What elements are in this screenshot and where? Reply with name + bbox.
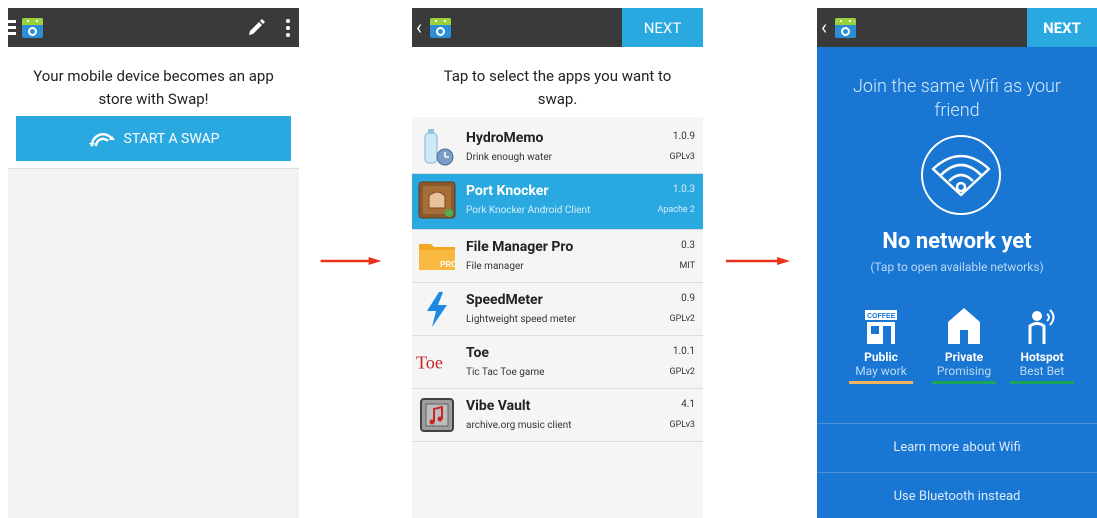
wifi-icon (931, 154, 991, 197)
option-subtitle: May work (855, 364, 907, 378)
app-row-speedmeter[interactable]: SpeedMeter Lightweight speed meter 0.9 G… (412, 283, 703, 336)
app-list: HydroMemo Drink enough water 1.0.9 GPLv3… (412, 121, 703, 442)
app-name: File Manager Pro (466, 239, 574, 255)
app-row-file-manager-pro[interactable]: PRO File Manager Pro File manager 0.3 MI… (412, 230, 703, 283)
flow-arrow-icon (320, 257, 382, 265)
app-name: Vibe Vault (466, 398, 531, 414)
app-select-screen: ‹ NEXT Tap to select the apps you want t… (412, 8, 703, 518)
coffee-shop-icon: COFFEE (849, 304, 913, 346)
edit-pencil-icon[interactable] (247, 19, 265, 37)
action-bar: ‹ NEXT (412, 8, 703, 47)
file-manager-folder-icon: PRO (416, 235, 458, 277)
person-hotspot-icon (1010, 304, 1074, 346)
toe-logo-text: Toe (416, 353, 443, 373)
app-version: 1.0.1 (672, 346, 695, 357)
app-license: GPLv3 (669, 420, 696, 430)
app-name: Port Knocker (466, 183, 549, 199)
app-row-toe[interactable]: Toe Toe Tic Tac Toe game 1.0.1 GPLv2 (412, 336, 703, 389)
app-version: 1.0.9 (672, 131, 695, 142)
next-button[interactable]: NEXT (622, 8, 703, 47)
app-license: GPLv2 (669, 367, 696, 377)
flow-arrow-icon (726, 257, 790, 265)
app-summary: archive.org music client (466, 420, 572, 431)
house-icon (932, 304, 996, 346)
app-license: GPLv3 (669, 152, 696, 162)
app-version: 4.1 (681, 399, 695, 410)
start-screen: Your mobile device becomes an app store … (8, 8, 299, 518)
app-summary: Lightweight speed meter (466, 314, 576, 325)
lightning-bolt-icon (416, 288, 458, 330)
menu-icon[interactable] (8, 20, 16, 36)
network-status-hint: (Tap to open available networks) (870, 260, 1044, 274)
option-subtitle: Promising (936, 364, 992, 378)
option-hotspot[interactable]: Hotspot Best Bet (1010, 304, 1074, 384)
wifi-status-button[interactable] (921, 135, 1001, 215)
overflow-menu-icon[interactable] (285, 17, 291, 39)
app-summary: File manager (466, 261, 524, 272)
learn-more-wifi-link[interactable]: Learn more about Wifi (817, 423, 1097, 471)
toe-logo-icon: Toe (416, 341, 458, 383)
app-license: GPLv2 (669, 314, 696, 324)
network-status: No network yet (882, 229, 1032, 254)
app-row-hydromemo[interactable]: HydroMemo Drink enough water 1.0.9 GPLv3 (412, 121, 703, 174)
instruction-text: Tap to select the apps you want to swap. (443, 67, 672, 108)
app-summary: Drink enough water (466, 152, 553, 163)
app-name: SpeedMeter (466, 292, 543, 308)
start-swap-label: START A SWAP (123, 130, 220, 147)
option-subtitle: Best Bet (1019, 364, 1065, 378)
back-chevron-icon[interactable]: ‹ (821, 17, 827, 37)
app-name: HydroMemo (466, 130, 544, 146)
option-title: Public (864, 350, 898, 364)
app-row-vibe-vault[interactable]: Vibe Vault archive.org music client 4.1 … (412, 389, 703, 442)
app-logo-icon (430, 18, 451, 38)
option-rating-bar (932, 381, 996, 384)
wifi-join-screen: ‹ NEXT Join the same Wifi as your friend… (817, 8, 1097, 518)
app-version: 1.0.3 (672, 184, 695, 195)
option-title: Private (944, 350, 984, 364)
app-logo-icon (22, 18, 43, 38)
app-name: Toe (466, 345, 489, 361)
hydromemo-icon (416, 126, 458, 168)
option-rating-bar (849, 381, 913, 384)
option-title: Hotspot (1020, 350, 1064, 364)
start-swap-button[interactable]: START A SWAP (16, 116, 291, 161)
app-row-port-knocker[interactable]: Port Knocker Pork Knocker Android Client… (412, 174, 703, 230)
coffee-sign-text: COFFEE (867, 313, 896, 320)
option-rating-bar (1010, 381, 1074, 384)
option-private[interactable]: Private Promising (932, 304, 996, 384)
back-chevron-icon[interactable]: ‹ (416, 17, 422, 37)
app-version: 0.9 (681, 293, 695, 304)
port-knocker-icon (416, 179, 458, 221)
app-summary: Tic Tac Toe game (466, 367, 545, 378)
option-public[interactable]: COFFEE Public May work (849, 304, 913, 384)
join-wifi-title: Join the same Wifi as your friend (852, 76, 1061, 121)
action-bar: ‹ NEXT (817, 8, 1097, 47)
intro-text: Your mobile device becomes an app store … (33, 67, 274, 108)
swap-arrows-icon (88, 132, 115, 147)
app-version: 0.3 (681, 240, 695, 251)
action-bar (8, 8, 299, 47)
next-button[interactable]: NEXT (1027, 8, 1097, 47)
app-logo-icon (835, 18, 856, 38)
pro-badge-text: PRO (440, 260, 457, 269)
app-license: Apache 2 (657, 205, 695, 215)
app-license: MIT (679, 261, 695, 271)
vault-safe-icon (416, 394, 458, 436)
app-summary: Pork Knocker Android Client (466, 205, 591, 216)
use-bluetooth-link[interactable]: Use Bluetooth instead (817, 472, 1097, 518)
